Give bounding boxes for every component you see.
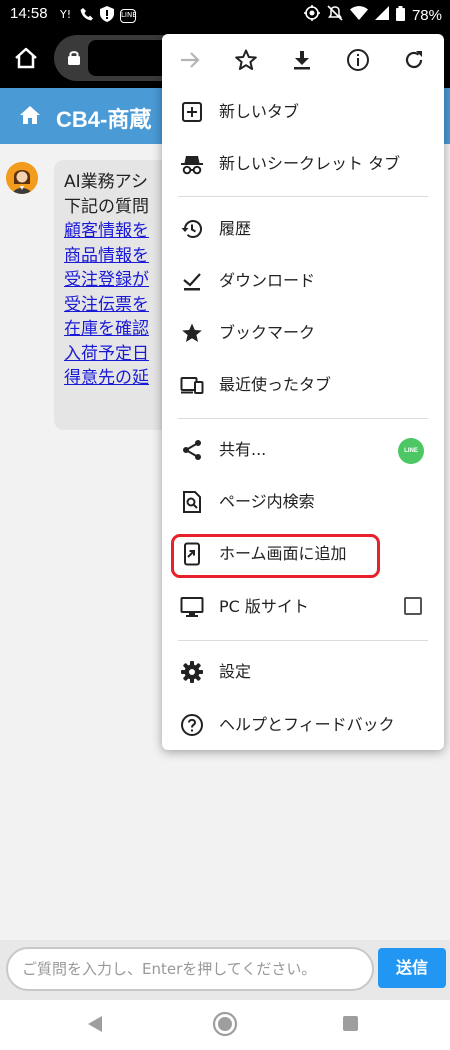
forward-icon[interactable] (178, 48, 202, 72)
downloads-icon (180, 269, 204, 293)
menu-item-find-in-page[interactable]: ページ内検索 (162, 476, 444, 528)
menu-divider (178, 640, 428, 641)
assistant-avatar (6, 162, 38, 194)
page-title: CB4-商蔵 (56, 107, 152, 132)
bookmarks-icon (180, 321, 204, 345)
share-icon (180, 438, 204, 462)
battery-icon (395, 5, 405, 25)
svg-text:Y!: Y! (60, 8, 71, 21)
send-button[interactable]: 送信 (378, 948, 446, 988)
menu-item-help[interactable]: ヘルプとフィードバック (162, 699, 444, 751)
menu-item-bookmarks[interactable]: ブックマーク (162, 307, 444, 359)
wifi-icon (349, 6, 368, 24)
line-notification-icon: LINE (120, 9, 137, 23)
status-bar: 14:58 Y! LINE 78% (0, 0, 450, 28)
menu-item-label: 設定 (219, 662, 252, 681)
settings-icon (180, 660, 204, 684)
menu-item-label: 新しいシークレット タブ (219, 154, 401, 173)
question-input[interactable]: ご質問を入力し、Enterを押してください。 (6, 947, 374, 991)
back-icon[interactable] (86, 1015, 104, 1037)
battery-percent: 78% (411, 6, 442, 24)
menu-item-label: ページ内検索 (219, 492, 315, 511)
menu-top-actions (162, 34, 444, 86)
recent-apps-icon[interactable] (343, 1016, 358, 1031)
menu-item-label: 最近使ったタブ (219, 375, 332, 394)
menu-item-share[interactable]: 共有... LINE (162, 424, 444, 476)
highlight-frame (171, 534, 380, 578)
menu-divider (178, 418, 428, 419)
incognito-icon (180, 152, 204, 176)
recent-tabs-icon (180, 373, 204, 397)
menu-item-new-tab[interactable]: 新しいタブ (162, 86, 444, 138)
help-icon (180, 713, 204, 737)
input-bar: ご質問を入力し、Enterを押してください。 送信 (0, 940, 450, 1000)
menu-item-label: 共有... (219, 440, 267, 459)
menu-item-label: ブックマーク (219, 323, 316, 342)
carrier-icon: Y! (59, 7, 74, 25)
header-home-icon[interactable] (20, 106, 40, 128)
menu-item-downloads[interactable]: ダウンロード (162, 255, 444, 307)
new-tab-icon (180, 100, 204, 124)
system-nav-bar (0, 1000, 450, 1050)
menu-item-label: ヘルプとフィードバック (219, 715, 395, 734)
lock-icon (68, 50, 80, 69)
status-left-icons: Y! LINE (59, 6, 137, 26)
desktop-site-checkbox[interactable] (404, 597, 422, 615)
menu-divider (178, 196, 428, 197)
call-icon (80, 7, 94, 25)
home-icon[interactable] (10, 42, 42, 74)
download-icon[interactable] (290, 48, 314, 72)
status-time: 14:58 (10, 5, 48, 22)
menu-item-settings[interactable]: 設定 (162, 646, 444, 698)
menu-item-label: PC 版サイト (219, 597, 309, 616)
menu-item-label: ダウンロード (219, 271, 316, 290)
menu-item-new-incognito-tab[interactable]: 新しいシークレット タブ (162, 138, 444, 190)
info-icon[interactable] (346, 48, 370, 72)
menu-item-history[interactable]: 履歴 (162, 203, 444, 255)
history-icon (180, 217, 204, 241)
browser-overflow-menu: 新しいタブ 新しいシークレット タブ 履歴 ダウンロード ブックマーク 最近使っ… (162, 34, 444, 750)
bookmark-star-icon[interactable] (234, 48, 258, 72)
location-sync-icon (303, 5, 320, 25)
menu-item-label: 履歴 (219, 219, 252, 238)
desktop-site-icon (180, 595, 204, 619)
find-in-page-icon (180, 490, 204, 514)
menu-item-label: 新しいタブ (219, 102, 300, 121)
status-right-icons: 78% (303, 5, 442, 25)
line-app-icon[interactable]: LINE (398, 438, 424, 464)
menu-item-recent-tabs[interactable]: 最近使ったタブ (162, 359, 444, 411)
signal-icon (374, 6, 389, 24)
shield-alert-icon (100, 6, 114, 26)
mute-icon (327, 5, 343, 25)
menu-item-desktop-site[interactable]: PC 版サイト (162, 581, 444, 633)
reload-icon[interactable] (402, 48, 426, 72)
nav-home-icon[interactable] (212, 1011, 238, 1041)
